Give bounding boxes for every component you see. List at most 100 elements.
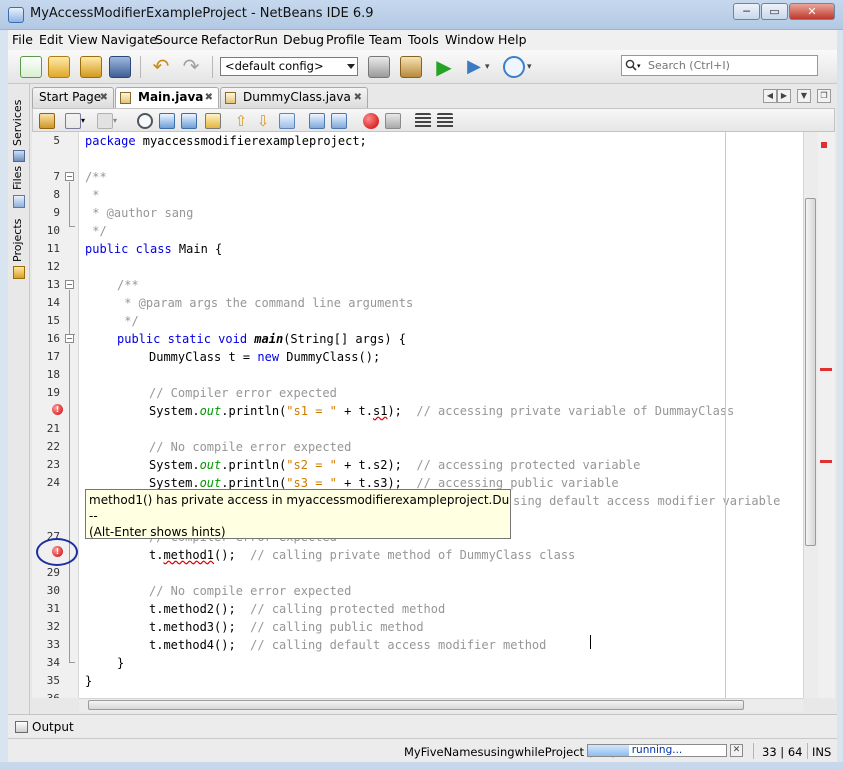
code-line-5: package myaccessmodifierexampleproject; <box>85 134 367 148</box>
close-icon[interactable]: ✖ <box>100 88 108 107</box>
code-line-31: t.method2(); // calling protected method <box>149 602 446 616</box>
find-next-icon[interactable] <box>181 113 197 129</box>
search-input[interactable] <box>648 58 813 73</box>
error-stripe[interactable] <box>818 132 835 698</box>
code-line-23: System.out.println("s2 = " + t.s2); // a… <box>149 458 641 472</box>
shift-right-icon[interactable] <box>331 113 347 129</box>
error-status-icon[interactable] <box>821 142 827 148</box>
output-tab-label[interactable]: Output <box>32 720 74 734</box>
tab-main-java[interactable]: Main.java ✖ <box>115 87 219 108</box>
uncomment-icon[interactable] <box>437 113 453 129</box>
redo-icon[interactable]: ↷ <box>180 56 202 78</box>
error-tooltip: method1() has private access in myaccess… <box>85 489 511 539</box>
config-select[interactable]: <default config> <box>220 57 358 76</box>
title-bar[interactable]: MyAccessModifierExampleProject - NetBean… <box>0 0 843 30</box>
menu-navigate[interactable]: Navigate <box>101 32 157 47</box>
fold-toggle-icon[interactable]: − <box>65 280 74 289</box>
forward-dropdown-icon[interactable]: ▾ <box>113 113 121 129</box>
last-edit-icon[interactable] <box>39 113 55 129</box>
menu-tools[interactable]: Tools <box>408 32 439 47</box>
profile-icon[interactable] <box>503 56 525 78</box>
debug-dropdown-icon[interactable]: ▾ <box>485 56 495 78</box>
open-project-icon[interactable] <box>80 56 102 78</box>
toggle-bookmark-icon[interactable] <box>279 113 295 129</box>
save-all-icon[interactable] <box>109 56 131 78</box>
profile-dropdown-icon[interactable]: ▾ <box>527 56 537 78</box>
new-file-icon[interactable] <box>20 56 42 78</box>
build-hammer-icon[interactable] <box>368 56 390 78</box>
projects-icon <box>13 266 25 279</box>
error-marker-icon[interactable]: ! <box>52 404 63 415</box>
vertical-scroll-thumb[interactable] <box>805 198 816 546</box>
output-window-icon[interactable] <box>15 721 28 733</box>
fold-toggle-icon[interactable]: − <box>65 334 74 343</box>
line-number: 23 <box>46 458 60 471</box>
line-number-gutter[interactable]: 5 7 8 9 10 11 12 13 14 15 16 17 18 19 ! … <box>32 132 79 698</box>
menu-debug[interactable]: Debug <box>283 32 324 47</box>
clean-build-icon[interactable] <box>400 56 422 78</box>
line-number: 31 <box>46 602 60 615</box>
files-tab[interactable]: Files <box>8 166 30 213</box>
tab-dummyclass-java[interactable]: DummyClass.java ✖ <box>220 87 368 108</box>
forward-icon[interactable] <box>97 113 113 129</box>
code-line-28: t.method1(); // calling private method o… <box>149 548 576 562</box>
services-tab[interactable]: Services <box>8 94 30 168</box>
menu-profile[interactable]: Profile <box>326 32 365 47</box>
menu-source[interactable]: Source <box>155 32 198 47</box>
undo-icon[interactable]: ↶ <box>150 56 172 78</box>
netbeans-icon <box>8 7 24 23</box>
back-icon[interactable] <box>65 113 81 129</box>
find-icon[interactable] <box>137 113 153 129</box>
back-dropdown-icon[interactable]: ▾ <box>81 113 89 129</box>
menu-team[interactable]: Team <box>369 32 402 47</box>
restore-window-icon[interactable]: ❐ <box>817 89 831 103</box>
tooltip-separator: -- <box>89 509 98 523</box>
stop-macro-icon[interactable] <box>385 113 401 129</box>
menu-run[interactable]: Run <box>254 32 278 47</box>
menu-view[interactable]: View <box>68 32 98 47</box>
menu-help[interactable]: Help <box>498 32 527 47</box>
close-button[interactable]: ✕ <box>789 3 835 20</box>
projects-tab-label: Projects <box>11 218 24 262</box>
running-project-label[interactable]: MyFiveNamesusingwhileProject (run) <box>404 745 616 759</box>
horizontal-scroll-thumb[interactable] <box>88 700 744 710</box>
close-icon[interactable]: ✖ <box>354 88 362 107</box>
progress-bar[interactable]: running... <box>587 744 727 757</box>
run-icon[interactable]: ▶ <box>433 56 455 78</box>
tab-scroll-right-icon[interactable]: ▶ <box>777 89 791 103</box>
close-icon[interactable]: ✖ <box>205 88 213 107</box>
new-project-icon[interactable] <box>48 56 70 78</box>
error-stripe-mark[interactable] <box>820 368 832 371</box>
fold-toggle-icon[interactable]: − <box>65 172 74 181</box>
search-box[interactable]: ▾ <box>621 55 818 76</box>
code-line-11: public class Main { <box>85 242 223 256</box>
previous-bookmark-icon[interactable]: ⇧ <box>233 113 249 129</box>
comment-icon[interactable] <box>415 113 431 129</box>
tab-start-page[interactable]: Start Page ✖ <box>32 87 114 108</box>
line-number: 13 <box>46 278 60 291</box>
line-number: 12 <box>46 260 60 273</box>
find-previous-icon[interactable] <box>159 113 175 129</box>
menu-file[interactable]: File <box>12 32 33 47</box>
menu-edit[interactable]: Edit <box>39 32 63 47</box>
projects-tab[interactable]: Projects <box>8 214 30 284</box>
maximize-button[interactable]: ▭ <box>761 3 788 20</box>
tab-list-dropdown-icon[interactable]: ▼ <box>797 89 811 103</box>
next-bookmark-icon[interactable]: ⇩ <box>255 113 271 129</box>
start-macro-icon[interactable] <box>363 113 379 129</box>
toggle-highlight-icon[interactable] <box>205 113 221 129</box>
minimize-button[interactable]: ─ <box>733 3 760 20</box>
menu-refactor[interactable]: Refactor <box>201 32 253 47</box>
tab-scroll-left-icon[interactable]: ◀ <box>763 89 777 103</box>
shift-left-icon[interactable] <box>309 113 325 129</box>
line-number: 21 <box>46 422 60 435</box>
menu-window[interactable]: Window <box>445 32 494 47</box>
error-stripe-mark[interactable] <box>820 460 832 463</box>
side-panel-strip: Services Files Projects <box>8 84 30 714</box>
cancel-task-icon[interactable]: ✕ <box>730 744 743 757</box>
code-line-30: // No compile error expected <box>149 584 352 598</box>
menu-bar: File Edit View Navigate Source Refactor … <box>8 30 837 50</box>
code-editor[interactable]: package myaccessmodifierexampleproject; … <box>79 132 803 698</box>
search-dropdown-icon[interactable]: ▾ <box>637 62 641 70</box>
debug-icon[interactable]: ▶ <box>463 56 485 78</box>
